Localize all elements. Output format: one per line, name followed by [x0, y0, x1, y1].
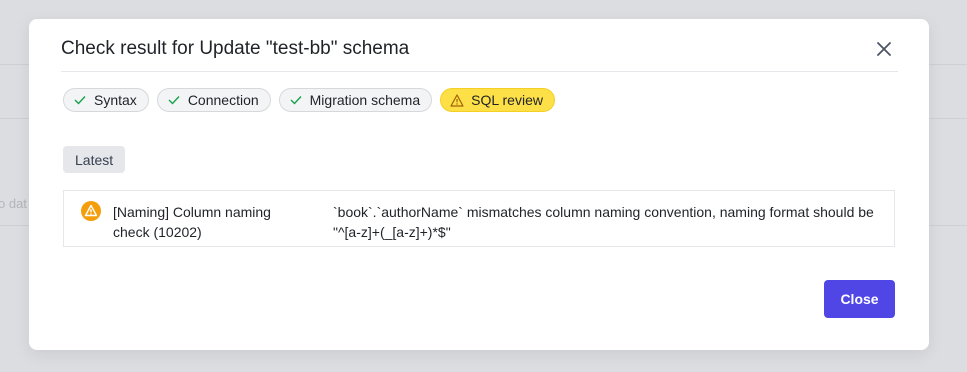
close-icon[interactable]	[872, 37, 896, 61]
check-icon	[73, 93, 87, 107]
check-tabs: Syntax Connection Migration schema SQL r…	[63, 88, 555, 112]
tab-migration-schema[interactable]: Migration schema	[278, 88, 433, 112]
tab-label: Migration schema	[309, 92, 421, 108]
tab-label: Connection	[187, 92, 259, 108]
check-result-dialog: Check result for Update "test-bb" schema…	[29, 19, 929, 350]
check-icon	[167, 93, 181, 107]
tab-syntax[interactable]: Syntax	[63, 88, 149, 112]
dialog-title: Check result for Update "test-bb" schema	[61, 38, 410, 59]
rule-message: `book`.`authorName` mismatches column na…	[333, 204, 874, 240]
tab-connection[interactable]: Connection	[156, 88, 271, 112]
result-row: [Naming] Column naming check (10202) `bo…	[63, 190, 895, 247]
check-icon	[289, 93, 303, 107]
tab-label: SQL review	[471, 92, 543, 108]
title-divider	[61, 71, 898, 72]
warning-triangle-icon	[450, 93, 464, 107]
tab-label: Syntax	[94, 92, 137, 108]
tab-sql-review[interactable]: SQL review	[440, 88, 555, 112]
warning-circle-icon	[81, 201, 101, 221]
rule-title: [Naming] Column naming check (10202)	[113, 204, 271, 240]
close-button[interactable]: Close	[824, 280, 895, 318]
latest-badge: Latest	[63, 146, 126, 173]
background-text: o dat	[0, 196, 27, 211]
